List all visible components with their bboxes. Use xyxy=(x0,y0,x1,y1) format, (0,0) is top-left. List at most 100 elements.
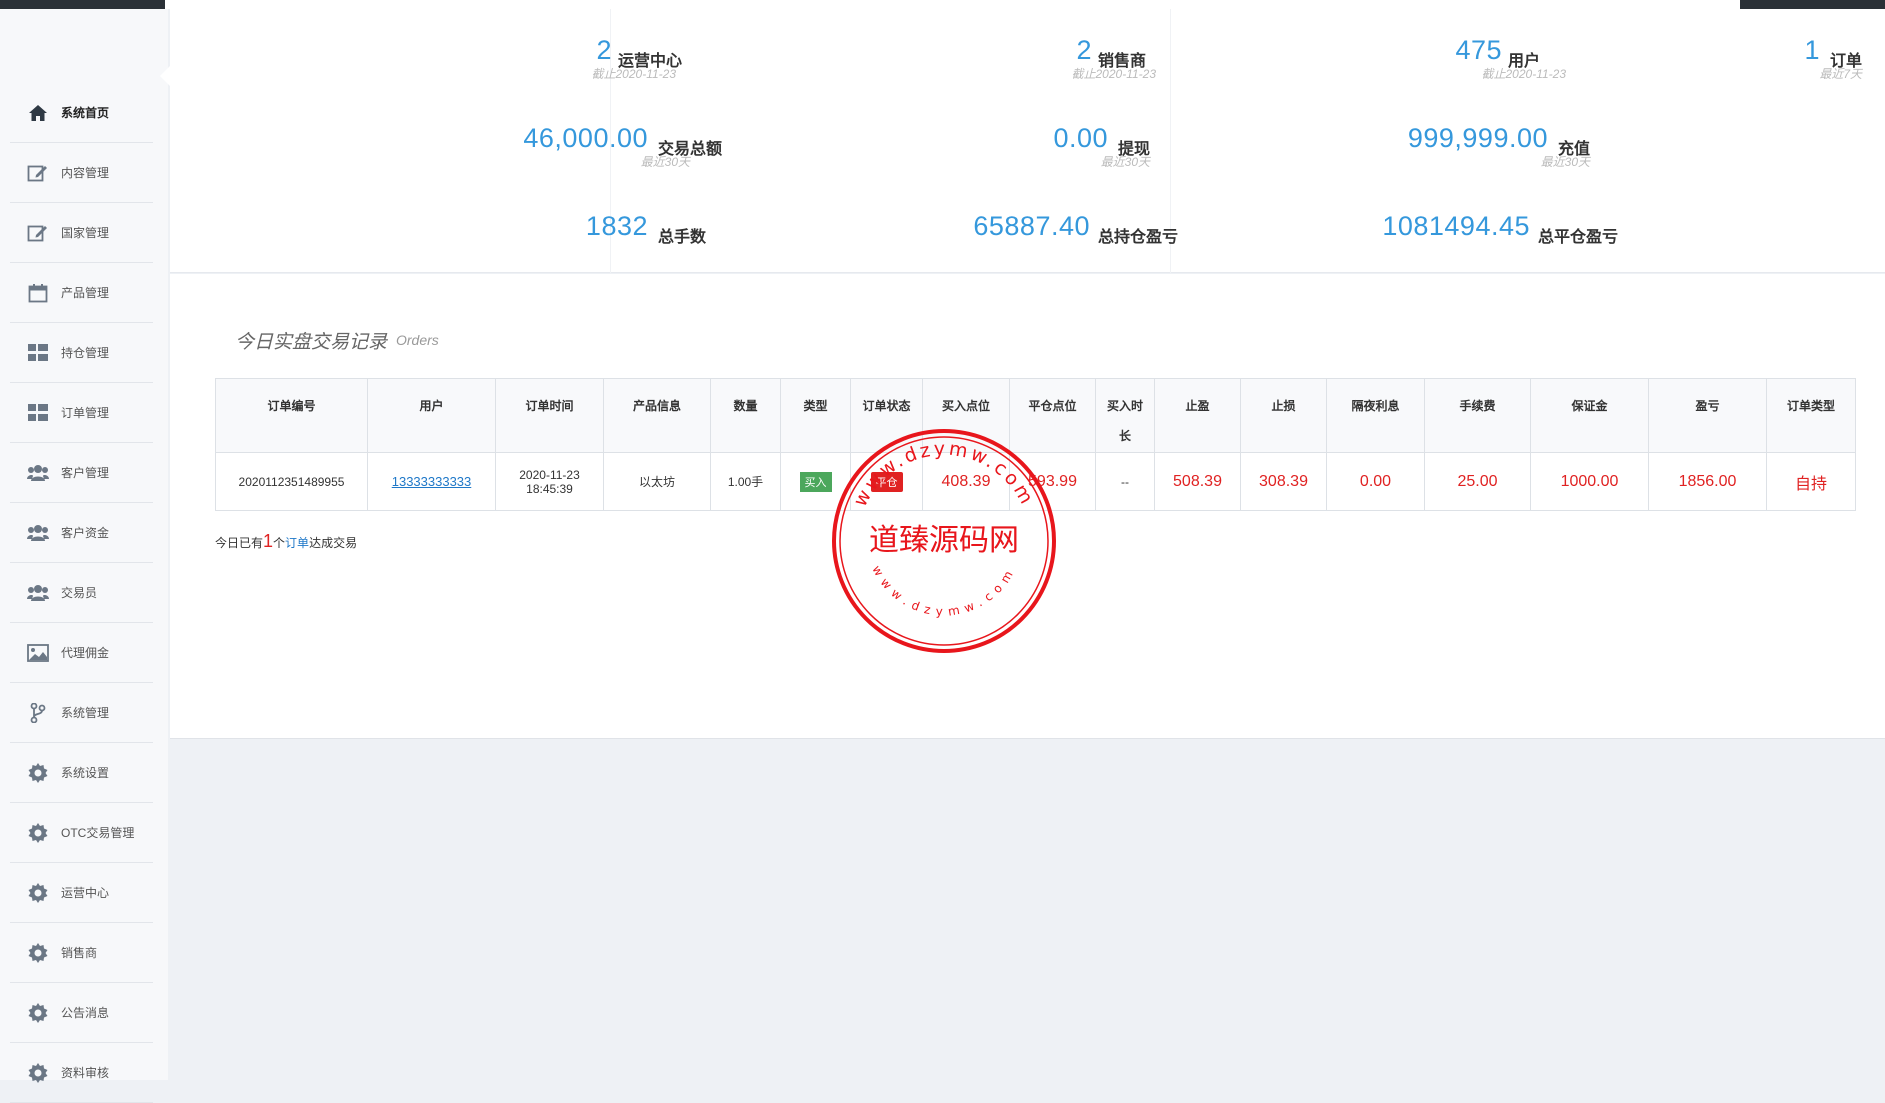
sidebar-item-label: 系统首页 xyxy=(61,106,110,120)
sidebar-item-label: 销售商 xyxy=(61,946,98,960)
sidebar-item-label: 代理佣金 xyxy=(61,646,110,660)
stamp-top-text: www.dzymw.com xyxy=(849,438,1039,511)
sidebar-item-label: 运营中心 xyxy=(61,886,110,900)
users-icon xyxy=(25,462,51,484)
sidebar-item-label: OTC交易管理 xyxy=(61,826,135,840)
sidebar-item-label: 系统管理 xyxy=(61,706,110,720)
sidebar-item-3[interactable]: 产品管理 xyxy=(10,263,153,323)
column-header: 买入时长 xyxy=(1095,378,1155,453)
section-title: 今日实盘交易记录 xyxy=(235,332,388,353)
stat-orders: 1 订单 最近7天 xyxy=(1780,35,1880,83)
sidebar-item-label: 持仓管理 xyxy=(61,346,110,360)
sidebar-item-label: 交易员 xyxy=(61,586,98,600)
home-icon xyxy=(25,102,51,124)
section-subtitle: Orders xyxy=(396,332,439,348)
image-icon xyxy=(25,642,51,664)
product-cell: 以太坊 xyxy=(603,452,711,511)
order-id-cell: 2020112351489955 xyxy=(215,452,368,511)
stat-total-lots: 1832 总手数 xyxy=(370,211,730,259)
column-header: 产品信息 xyxy=(603,378,711,453)
stat-position-pnl: 65887.40 总持仓盈亏 xyxy=(870,211,1190,259)
duration-cell: -- xyxy=(1095,452,1155,511)
sidebar-item-4[interactable]: 持仓管理 xyxy=(10,323,153,383)
quantity-cell: 1.00手 xyxy=(710,452,781,511)
gear-icon xyxy=(25,1062,51,1084)
margin-cell: 1000.00 xyxy=(1530,452,1649,511)
stat-caption: 最近30天 xyxy=(640,155,690,169)
stamp-bottom-text: www.dzymw.com xyxy=(869,563,1018,619)
order-time: 18:45:39 xyxy=(526,481,573,496)
stat-value: 0.00 xyxy=(1053,123,1108,153)
sidebar-item-1[interactable]: 内容管理 xyxy=(10,143,153,203)
stat-value: 1832 xyxy=(585,211,648,241)
stat-users: 475 用户 截止2020-11-23 xyxy=(1330,35,1580,83)
summary-orders-link[interactable]: 订单 xyxy=(285,536,309,550)
column-header: 用户 xyxy=(367,378,496,453)
stat-caption: 最近30天 xyxy=(1540,155,1590,169)
user-cell: 13333333333 xyxy=(367,452,496,511)
sidebar-item-0[interactable]: 系统首页 xyxy=(10,83,153,143)
sidebar-item-label: 国家管理 xyxy=(61,226,110,240)
grid-icon xyxy=(25,402,51,424)
stat-value: 999,999.00 xyxy=(1407,123,1548,153)
stat-label: 总平仓盈亏 xyxy=(1538,229,1619,246)
stat-caption: 最近7天 xyxy=(1819,67,1862,81)
sidebar-item-label: 公告消息 xyxy=(61,1006,110,1020)
stat-withdraw: 0.00 提现 最近30天 xyxy=(870,123,1190,171)
stat-recharge: 999,999.00 充值 最近30天 xyxy=(1270,123,1630,171)
sidebar-item-12[interactable]: OTC交易管理 xyxy=(10,803,153,863)
stat-value: 2 xyxy=(1076,35,1092,65)
stat-value: 2 xyxy=(596,35,612,65)
gear-icon xyxy=(25,762,51,784)
sidebar-item-5[interactable]: 订单管理 xyxy=(10,383,153,443)
column-header: 订单类型 xyxy=(1766,378,1856,453)
sidebar-item-label: 系统设置 xyxy=(61,766,110,780)
sidebar-item-8[interactable]: 交易员 xyxy=(10,563,153,623)
edit-icon xyxy=(25,222,51,244)
stat-trade-total: 46,000.00 交易总额 最近30天 xyxy=(370,123,730,171)
summary-count: 1 xyxy=(263,531,274,551)
take-profit-cell: 508.39 xyxy=(1154,452,1241,511)
users-icon xyxy=(25,522,51,544)
user-link[interactable]: 13333333333 xyxy=(392,474,472,489)
sidebar-item-2[interactable]: 国家管理 xyxy=(10,203,153,263)
sidebar-item-11[interactable]: 系统设置 xyxy=(10,743,153,803)
sidebar-item-label: 客户资金 xyxy=(61,526,110,540)
stat-closed-pnl: 1081494.45 总平仓盈亏 xyxy=(1270,211,1630,259)
column-header: 止损 xyxy=(1240,378,1327,453)
column-header: 手续费 xyxy=(1424,378,1531,453)
gear-icon xyxy=(25,942,51,964)
order-date: 2020-11-23 xyxy=(519,467,580,482)
sidebar-item-7[interactable]: 客户资金 xyxy=(10,503,153,563)
sidebar-item-14[interactable]: 销售商 xyxy=(10,923,153,983)
sidebar-item-6[interactable]: 客户管理 xyxy=(10,443,153,503)
sidebar-item-16[interactable]: 资料审核 xyxy=(10,1043,153,1103)
column-header: 订单编号 xyxy=(215,378,368,453)
overnight-interest-cell: 0.00 xyxy=(1326,452,1425,511)
column-header: 盈亏 xyxy=(1648,378,1767,453)
stat-caption: 最近30天 xyxy=(1100,155,1150,169)
summary-suffix: 达成交易 xyxy=(309,536,358,550)
sidebar-item-13[interactable]: 运营中心 xyxy=(10,863,153,923)
gear-icon xyxy=(25,882,51,904)
sidebar-item-10[interactable]: 系统管理 xyxy=(10,683,153,743)
summary-mid: 个 xyxy=(273,536,286,550)
column-header: 止盈 xyxy=(1154,378,1241,453)
stat-label: 总持仓盈亏 xyxy=(1098,229,1179,246)
buy-badge: 买入 xyxy=(799,471,832,492)
sidebar-item-15[interactable]: 公告消息 xyxy=(10,983,153,1043)
column-header: 订单时间 xyxy=(495,378,604,453)
gear-icon xyxy=(25,822,51,844)
order-time-cell: 2020-11-23 18:45:39 xyxy=(495,452,604,511)
grid-icon xyxy=(25,342,51,364)
active-indicator xyxy=(160,66,170,86)
top-bar-gap xyxy=(165,0,1740,9)
branch-icon xyxy=(25,702,51,724)
sidebar-item-9[interactable]: 代理佣金 xyxy=(10,623,153,683)
top-bar xyxy=(0,0,1885,9)
column-header: 数量 xyxy=(710,378,781,453)
stat-operation-centers: 2 运营中心 截止2020-11-23 xyxy=(440,35,690,83)
sidebar-item-label: 产品管理 xyxy=(61,286,110,300)
sidebar-item-label: 内容管理 xyxy=(61,166,110,180)
stat-value: 65887.40 xyxy=(973,211,1090,241)
